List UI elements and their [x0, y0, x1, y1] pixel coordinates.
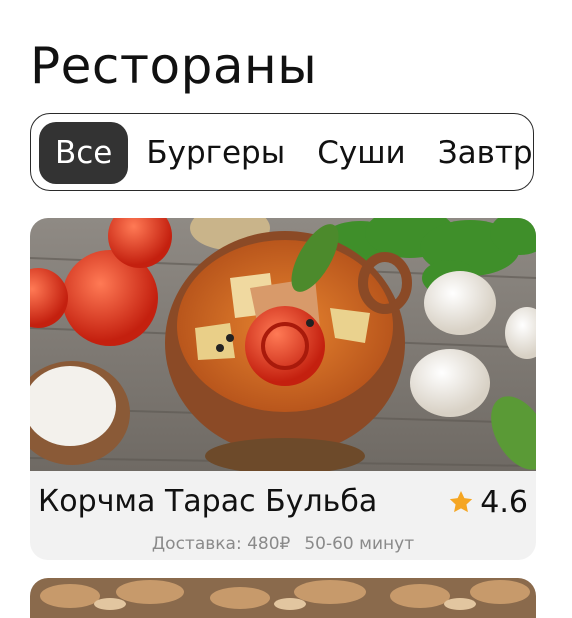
star-icon: [450, 490, 473, 513]
restaurant-rating: 4.6: [448, 480, 528, 524]
delivery-price: Доставка: 480₽: [151, 534, 291, 554]
restaurant-card[interactable]: Корчма Тарас Бульба 4.6 Доставка: 480₽ 50…: [30, 218, 536, 560]
category-chip-all[interactable]: Все: [39, 122, 129, 184]
delivery-time: 50-60 минут: [304, 534, 415, 554]
category-track: Все Бургеры Суши Завтраки: [39, 122, 533, 184]
restaurant-photo: [30, 218, 536, 471]
category-chip-sushi[interactable]: Суши: [301, 122, 422, 184]
restaurant-name: Корчма Тарас Бульба: [38, 484, 378, 519]
category-chip-burgers[interactable]: Бургеры: [130, 122, 301, 184]
category-filter-bar[interactable]: Все Бургеры Суши Завтраки: [30, 113, 534, 191]
restaurant-photo-next: [30, 578, 536, 618]
restaurant-meta: Доставка: 480₽ 50-60 минут: [30, 532, 536, 556]
rating-value: 4.6: [480, 484, 528, 520]
page-title: Рестораны: [30, 37, 318, 95]
category-chip-breakfast[interactable]: Завтраки: [422, 122, 533, 184]
restaurant-card-next[interactable]: [30, 578, 536, 618]
